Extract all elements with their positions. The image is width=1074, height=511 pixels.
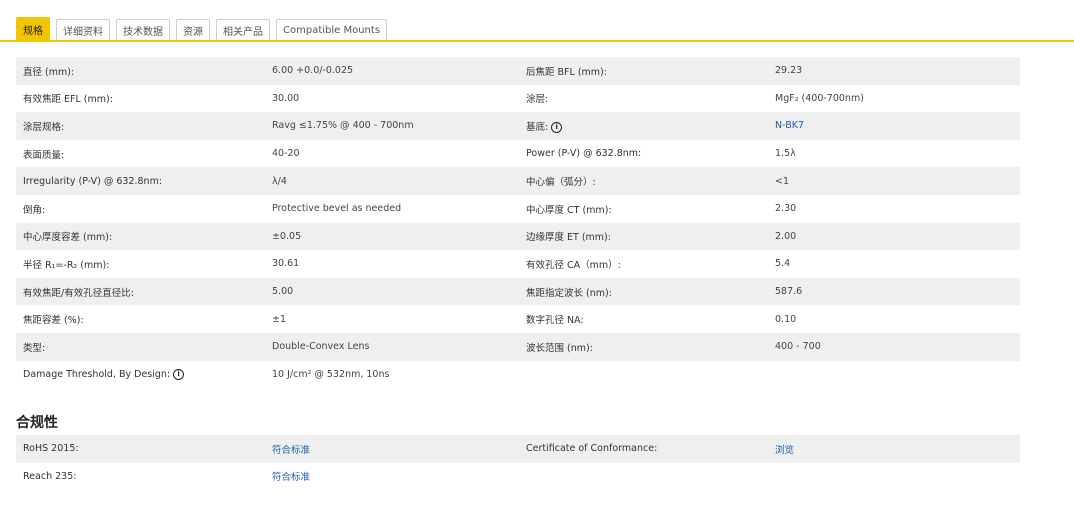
compliance-label: RoHS 2015: bbox=[23, 443, 79, 455]
spec-value: 400 - 700 bbox=[775, 341, 821, 353]
spec-value: 5.4 bbox=[775, 258, 791, 270]
table-row: 有效焦距/有效孔径直径比: 5.00 焦距指定波长 (nm): 587.6 bbox=[16, 277, 1020, 306]
table-row: 有效焦距 EFL (mm): 30.00 涂层: MgF₂ (400-700nm… bbox=[16, 85, 1020, 113]
spec-label: 波长范围 (nm): bbox=[526, 342, 593, 354]
table-row: Reach 235: 符合标准 bbox=[16, 463, 1020, 491]
spec-label: 边缘厚度 ET (mm): bbox=[526, 232, 611, 244]
spec-value: ±1 bbox=[272, 313, 287, 325]
spec-value: 0.10 bbox=[775, 313, 797, 325]
spec-label: 焦距指定波长 (nm): bbox=[526, 287, 612, 299]
table-row: 涂层规格: Ravg ≤1.75% @ 400 - 700nm 基底: i N-B… bbox=[16, 112, 1020, 140]
certificate-view-link[interactable]: 浏览 bbox=[768, 442, 1020, 456]
table-row: 直径 (mm): 6.00 +0.0/-0.025 后焦距 BFL (mm): … bbox=[16, 57, 1020, 85]
table-row: Irregularity (P-V) @ 632.8nm: λ/4 中心偏（弧分… bbox=[16, 167, 1020, 195]
tab-compatible-mounts[interactable]: Compatible Mounts bbox=[276, 19, 388, 41]
rohs-link[interactable]: 符合标准 bbox=[265, 442, 519, 456]
spec-label: 表面质量: bbox=[23, 149, 65, 161]
tab-related-products[interactable]: 相关产品 bbox=[216, 19, 270, 41]
spec-label: 焦距容差 (%): bbox=[23, 315, 84, 327]
spec-label-damage: Damage Threshold, By Design: i bbox=[16, 368, 265, 380]
table-row: 焦距容差 (%): ±1 数字孔径 NA: 0.10 bbox=[16, 305, 1020, 333]
spec-value: 1.5λ bbox=[775, 148, 796, 160]
table-row: 倒角: Protective bevel as needed 中心厚度 CT (… bbox=[16, 195, 1020, 223]
table-row: 类型: Double-Convex Lens 波长范围 (nm): 400 - … bbox=[16, 332, 1020, 361]
spec-value: 587.6 bbox=[775, 286, 803, 298]
damage-threshold-label[interactable]: Damage Threshold, By Design: bbox=[23, 368, 171, 380]
table-row: Damage Threshold, By Design: i 10 J/cm² @… bbox=[16, 361, 1020, 389]
spec-label: 直径 (mm): bbox=[23, 66, 75, 78]
spec-label: 倒角: bbox=[23, 204, 46, 216]
table-row: 半径 R₁=-R₂ (mm): 30.61 有效孔径 CA（mm）: 5.4 bbox=[16, 250, 1020, 278]
tab-technical-data[interactable]: 技术数据 bbox=[116, 19, 170, 41]
spec-label: Irregularity (P-V) @ 632.8nm: bbox=[23, 175, 163, 187]
table-row: 中心厚度容差 (mm): ±0.05 边缘厚度 ET (mm): 2.00 bbox=[16, 222, 1020, 251]
compliance-table: RoHS 2015: 符合标准 Certificate of Conforman… bbox=[16, 435, 1020, 490]
spec-value: 2.00 bbox=[775, 230, 797, 242]
spec-value: 6.00 +0.0/-0.025 bbox=[272, 65, 354, 77]
substrate-link[interactable]: N-BK7 bbox=[768, 120, 1020, 131]
spec-value: 30.61 bbox=[272, 258, 300, 270]
spec-value: <1 bbox=[775, 175, 790, 187]
spec-table: 直径 (mm): 6.00 +0.0/-0.025 后焦距 BFL (mm): … bbox=[16, 57, 1020, 388]
tab-specs[interactable]: 规格 bbox=[16, 17, 50, 41]
spec-label: 中心厚度 CT (mm): bbox=[526, 204, 612, 216]
compliance-label: Certificate of Conformance: bbox=[526, 443, 658, 455]
spec-label: 涂层规格: bbox=[23, 121, 65, 133]
spec-value: Protective bevel as needed bbox=[272, 203, 402, 215]
spec-value: 40-20 bbox=[272, 148, 300, 160]
substrate-label[interactable]: 基底: bbox=[526, 121, 549, 133]
tab-underline bbox=[0, 40, 1074, 42]
compliance-title: 合规性 bbox=[16, 415, 58, 431]
spec-value: ±0.05 bbox=[272, 230, 302, 242]
spec-value: λ/4 bbox=[272, 175, 287, 187]
spec-label: 后焦距 BFL (mm): bbox=[526, 66, 607, 78]
table-row: 表面质量: 40-20 Power (P-V) @ 632.8nm: 1.5λ bbox=[16, 140, 1020, 168]
spec-value: 2.30 bbox=[775, 203, 797, 215]
spec-label: 半径 R₁=-R₂ (mm): bbox=[23, 259, 110, 271]
spec-label: 类型: bbox=[23, 342, 46, 354]
compliance-label: Reach 235: bbox=[23, 470, 77, 482]
reach-link[interactable]: 符合标准 bbox=[265, 469, 519, 483]
table-row: RoHS 2015: 符合标准 Certificate of Conforman… bbox=[16, 435, 1020, 463]
spec-value: 30.00 bbox=[272, 92, 300, 104]
spec-label: Power (P-V) @ 632.8nm: bbox=[526, 148, 642, 160]
spec-value: MgF₂ (400-700nm) bbox=[775, 92, 864, 104]
spec-label: 中心厚度容差 (mm): bbox=[23, 232, 113, 244]
spec-label: 有效焦距 EFL (mm): bbox=[23, 94, 113, 106]
spec-label: 有效孔径 CA（mm）: bbox=[526, 259, 621, 271]
spec-label: 中心偏（弧分）: bbox=[526, 177, 596, 189]
spec-label: 涂层: bbox=[526, 94, 549, 106]
info-icon[interactable]: i bbox=[551, 121, 563, 133]
spec-label-substrate: 基底: i bbox=[519, 119, 768, 133]
spec-value: 5.00 bbox=[272, 286, 294, 298]
tab-bar: 规格 详细资料 技术数据 资源 相关产品 Compatible Mounts bbox=[16, 17, 388, 41]
info-icon[interactable]: i bbox=[173, 368, 185, 380]
spec-value: 29.23 bbox=[775, 65, 803, 77]
tab-resources[interactable]: 资源 bbox=[176, 19, 210, 41]
spec-value: Double-Convex Lens bbox=[272, 341, 370, 353]
spec-value: Ravg ≤1.75% @ 400 - 700nm bbox=[272, 120, 414, 132]
spec-label: 数字孔径 NA: bbox=[526, 315, 584, 327]
spec-value: 10 J/cm² @ 532nm, 10ns bbox=[272, 368, 390, 380]
tab-details[interactable]: 详细资料 bbox=[56, 19, 110, 41]
spec-label: 有效焦距/有效孔径直径比: bbox=[23, 287, 134, 299]
